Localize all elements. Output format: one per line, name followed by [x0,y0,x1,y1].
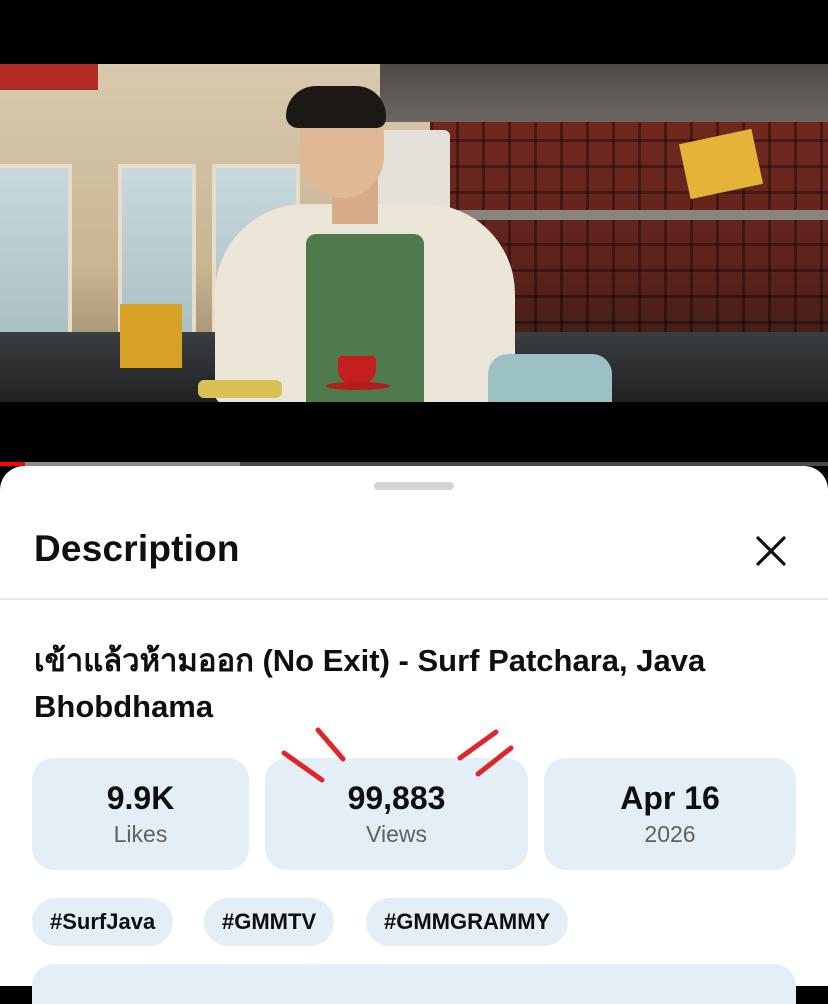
sheet-title: Description [34,528,240,569]
video-title: เข้าแล้วห้ามออก (No Exit) - Surf Patchar… [34,643,706,724]
views-card: 99,883 Views [265,758,528,870]
publish-date: Apr 16 [620,780,720,816]
drag-handle[interactable] [374,482,454,490]
scene-toaster [488,354,612,402]
likes-count: 9.9K [106,780,175,816]
divider [0,598,828,600]
description-sheet: Description เข้าแล้วห้ามออก (No Exit) - … [0,466,828,1004]
video-frame[interactable] [0,64,828,402]
views-label: Views [366,821,427,847]
scene-red-trim [0,64,98,90]
close-icon [756,536,786,566]
likes-label: Likes [113,821,168,847]
emphasis-stroke [315,727,346,762]
stats-row: 9.9K Likes 99,883 Views Apr 16 2026 [32,758,796,870]
scene-cloth [198,380,282,398]
scene-hood [380,64,828,122]
scene-window [0,164,72,342]
hashtag-chip[interactable]: #GMMGRAMMY [366,898,569,946]
emphasis-stroke [457,729,499,761]
video-player[interactable] [0,0,828,466]
hashtag-chip[interactable]: #SurfJava [32,898,174,946]
scene-person-hair [286,86,386,128]
date-card: Apr 16 2026 [544,758,796,870]
scene-cup [338,356,376,384]
scene-tin [120,304,182,368]
scene-shelf [456,210,828,220]
views-count: 99,883 [347,780,446,816]
likes-card: 9.9K Likes [32,758,249,870]
hashtag-chip[interactable]: #GMMTV [204,898,335,946]
close-button[interactable] [750,530,792,572]
scene-saucer [326,382,390,390]
publish-year: 2026 [644,821,696,847]
next-card [32,964,796,1004]
